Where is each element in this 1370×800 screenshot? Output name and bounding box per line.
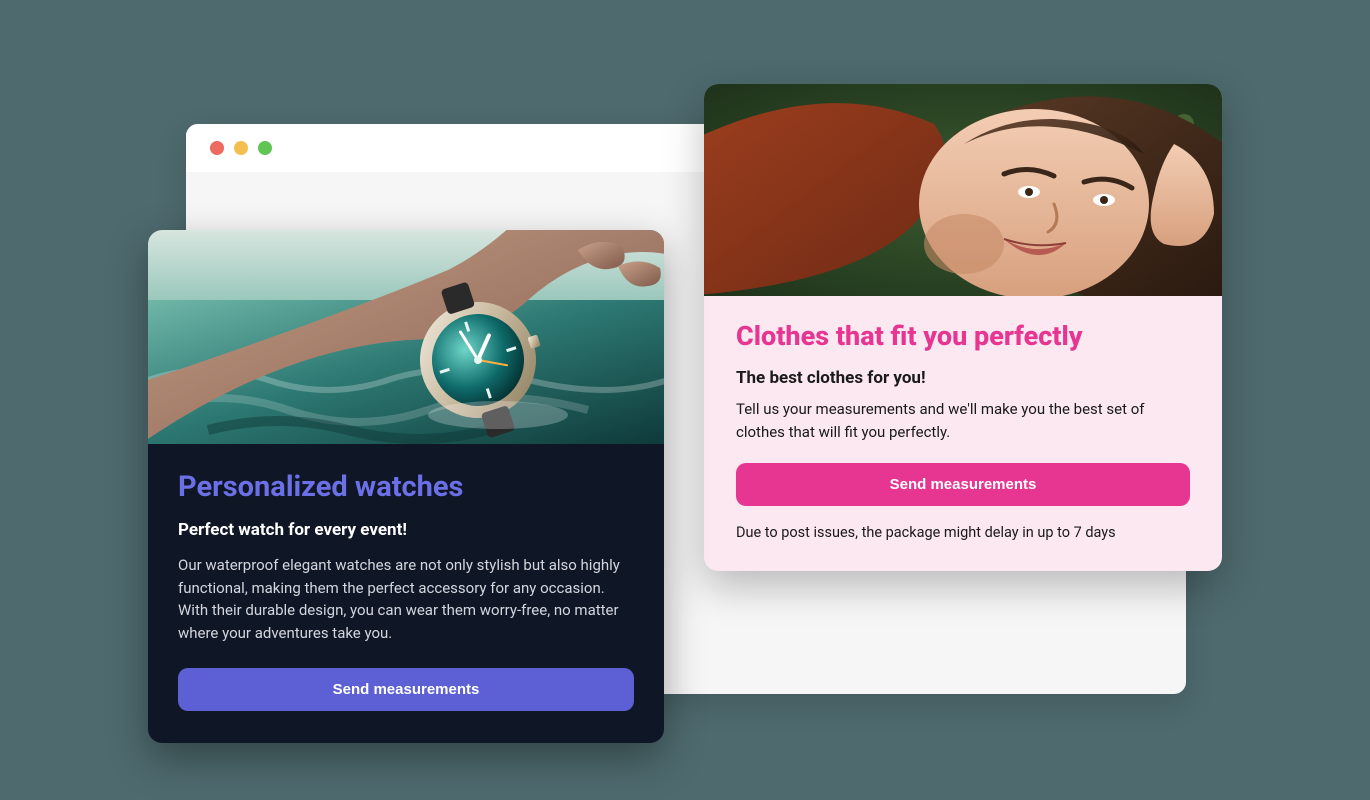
clothes-card: Clothes that fit you perfectly The best … [704,84,1222,571]
send-measurements-button[interactable]: Send measurements [736,463,1190,506]
clothes-card-note: Due to post issues, the package might de… [736,524,1190,541]
clothes-card-description: Tell us your measurements and we'll make… [736,398,1190,443]
watches-card-title: Personalized watches [178,470,634,504]
watches-card-body: Personalized watches Perfect watch for e… [148,444,664,743]
send-measurements-button[interactable]: Send measurements [178,668,634,711]
watches-card: Personalized watches Perfect watch for e… [148,230,664,743]
clothes-card-title: Clothes that fit you perfectly [736,320,1190,352]
clothes-card-body: Clothes that fit you perfectly The best … [704,296,1222,571]
watches-card-image [148,230,664,444]
clothes-card-image [704,84,1222,296]
minimize-icon[interactable] [234,141,248,155]
maximize-icon[interactable] [258,141,272,155]
watches-card-description: Our waterproof elegant watches are not o… [178,554,634,644]
close-icon[interactable] [210,141,224,155]
clothes-card-subtitle: The best clothes for you! [736,368,1190,388]
watches-card-subtitle: Perfect watch for every event! [178,520,634,540]
